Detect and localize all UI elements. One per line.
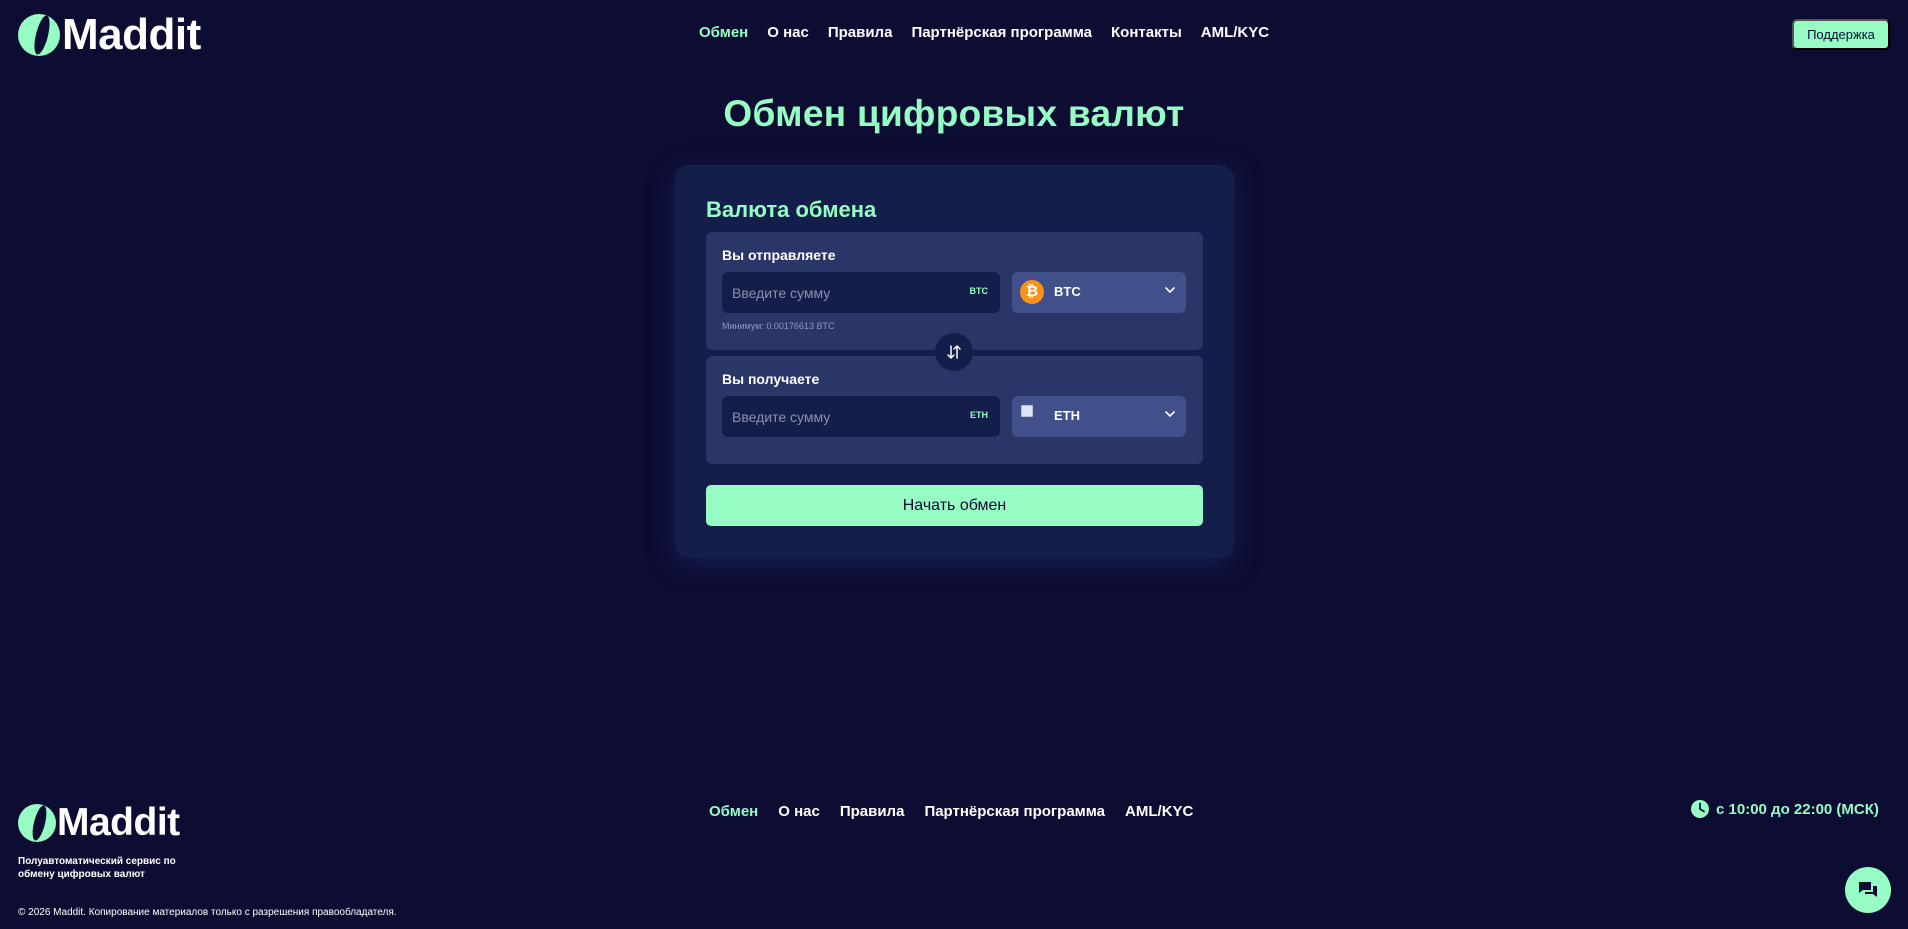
footer-logo[interactable]: Maddit	[18, 803, 180, 843]
chat-button[interactable]	[1845, 867, 1891, 913]
brand-logo[interactable]: Maddit	[18, 13, 201, 57]
chat-icon	[1859, 882, 1877, 897]
broken-image-icon	[1021, 405, 1033, 417]
logo-mark-icon	[18, 804, 56, 842]
nav-item-about[interactable]: О нас	[767, 24, 809, 41]
start-exchange-button[interactable]: Начать обмен	[706, 485, 1203, 526]
clock-icon	[1691, 800, 1709, 818]
send-currency-code: BTC	[1054, 284, 1081, 299]
working-hours: с 10:00 до 22:00 (МСК)	[1690, 799, 1879, 819]
chevron-down-icon	[1165, 411, 1175, 417]
footer-nav-partner-program[interactable]: Партнёрская программа	[924, 803, 1105, 820]
swap-button[interactable]	[935, 333, 973, 371]
receive-panel: Вы получаете ETH ETH	[706, 356, 1203, 464]
footer-tagline: Полуавтоматический сервис по обмену цифр…	[18, 856, 176, 880]
brand-name: Maddit	[62, 10, 201, 59]
receive-amount-field: ETH	[722, 396, 1000, 437]
swap-arrows-icon	[947, 345, 961, 359]
receive-currency-select[interactable]: ETH	[1012, 396, 1186, 437]
send-amount-input[interactable]	[722, 272, 1000, 313]
support-button[interactable]: Поддержка	[1792, 19, 1890, 50]
send-label: Вы отправляете	[722, 247, 836, 263]
site-header: Maddit Обмен О нас Правила Партнёрская п…	[0, 0, 1908, 70]
receive-unit: ETH	[970, 410, 988, 420]
footer-nav-about[interactable]: О нас	[778, 803, 820, 820]
send-amount-field: BTC	[722, 272, 1000, 313]
receive-currency-code: ETH	[1054, 408, 1080, 423]
chevron-down-icon	[1165, 287, 1175, 293]
receive-label: Вы получаете	[722, 371, 820, 387]
nav-item-rules[interactable]: Правила	[828, 24, 893, 41]
footer-nav-exchange[interactable]: Обмен	[709, 803, 758, 820]
page-title: Обмен цифровых валют	[723, 93, 1185, 134]
footer-nav-aml-kyc[interactable]: AML/KYC	[1125, 803, 1193, 820]
main-nav: Обмен О нас Правила Партнёрская программ…	[699, 24, 1269, 41]
working-hours-text: с 10:00 до 22:00 (МСК)	[1716, 800, 1879, 818]
exchange-card: Валюта обмена Вы отправляете BTC ₿ BTC М…	[675, 165, 1234, 558]
nav-item-exchange[interactable]: Обмен	[699, 24, 748, 41]
send-currency-select[interactable]: ₿ BTC	[1012, 272, 1186, 313]
copyright-text: © 2026 Maddit. Копирование материалов то…	[18, 907, 397, 918]
footer-nav: Обмен О нас Правила Партнёрская программ…	[709, 803, 1193, 820]
nav-item-contacts[interactable]: Контакты	[1111, 24, 1182, 41]
nav-item-partner-program[interactable]: Партнёрская программа	[911, 24, 1092, 41]
footer-nav-rules[interactable]: Правила	[840, 803, 905, 820]
logo-mark-icon	[18, 14, 60, 56]
receive-amount-input[interactable]	[722, 396, 1000, 437]
bitcoin-icon: ₿	[1020, 280, 1044, 304]
footer-brand-name: Maddit	[57, 801, 180, 844]
minimum-amount-text: Минимум: 0.00176613 BTC	[722, 321, 835, 331]
card-title: Валюта обмена	[706, 197, 877, 222]
send-unit: BTC	[969, 286, 989, 296]
nav-item-aml-kyc[interactable]: AML/KYC	[1201, 24, 1269, 41]
